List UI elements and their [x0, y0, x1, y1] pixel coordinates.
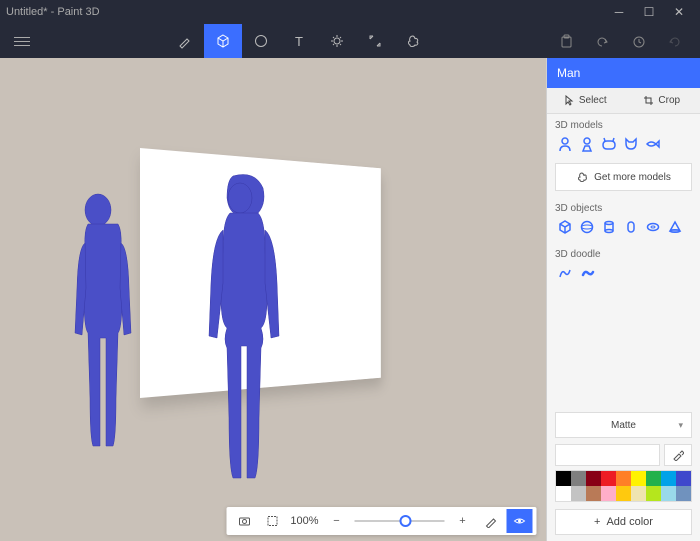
eyedropper-button[interactable]: [664, 444, 692, 466]
color-swatch[interactable]: [646, 486, 661, 501]
current-color-swatch[interactable]: [555, 444, 660, 466]
color-swatch[interactable]: [661, 471, 676, 486]
color-swatch[interactable]: [571, 486, 586, 501]
add-color-button[interactable]: + Add color: [555, 509, 692, 535]
undo-button[interactable]: [584, 24, 620, 58]
torus-icon[interactable]: [643, 217, 663, 237]
color-swatch[interactable]: [556, 471, 571, 486]
svg-text:T: T: [295, 34, 303, 49]
3d-model-man-1[interactable]: [60, 188, 150, 468]
color-swatch[interactable]: [631, 486, 646, 501]
color-swatch[interactable]: [676, 471, 691, 486]
effects-tool[interactable]: [318, 24, 356, 58]
objects-section-title: 3D objects: [555, 203, 692, 214]
zoom-bar: 100% − +: [227, 507, 537, 535]
color-palette: [555, 470, 692, 502]
color-swatch[interactable]: [601, 471, 616, 486]
history-button[interactable]: [620, 24, 656, 58]
color-swatch[interactable]: [586, 471, 601, 486]
3d-view-button[interactable]: [507, 509, 533, 533]
cylinder-icon[interactable]: [599, 217, 619, 237]
close-button[interactable]: ✕: [664, 0, 694, 24]
maximize-button[interactable]: ☐: [634, 0, 664, 24]
color-swatch[interactable]: [616, 471, 631, 486]
magic-select-tool[interactable]: [394, 24, 432, 58]
models-section-title: 3D models: [555, 120, 692, 131]
sidebar-header: Man: [547, 58, 700, 88]
color-swatch[interactable]: [631, 471, 646, 486]
3d-shapes-tool[interactable]: [204, 24, 242, 58]
plus-icon: +: [594, 516, 600, 528]
model-dog-icon[interactable]: [599, 134, 619, 154]
color-swatch[interactable]: [661, 486, 676, 501]
brushes-tool[interactable]: [166, 24, 204, 58]
color-swatch[interactable]: [556, 486, 571, 501]
redo-button[interactable]: [656, 24, 692, 58]
select-tab[interactable]: Select: [547, 88, 624, 113]
doodle-section-title: 3D doodle: [555, 249, 692, 260]
titlebar: Untitled* - Paint 3D ─ ☐ ✕: [0, 0, 700, 24]
3d-model-woman[interactable]: [185, 168, 305, 498]
edit-mode-icon[interactable]: [477, 509, 505, 533]
zoom-slider[interactable]: [355, 520, 445, 522]
doodle-soft-icon[interactable]: [577, 263, 597, 283]
main-toolbar: T: [0, 24, 700, 58]
menu-button[interactable]: [8, 31, 36, 51]
color-swatch[interactable]: [676, 486, 691, 501]
color-swatch[interactable]: [616, 486, 631, 501]
camera-icon[interactable]: [231, 509, 259, 533]
color-swatch[interactable]: [571, 471, 586, 486]
canvas[interactable]: 100% − +: [0, 58, 546, 541]
model-man-icon[interactable]: [555, 134, 575, 154]
get-more-models-button[interactable]: Get more models: [555, 163, 692, 191]
color-swatch[interactable]: [586, 486, 601, 501]
zoom-out-button[interactable]: −: [323, 509, 351, 533]
color-swatch[interactable]: [601, 486, 616, 501]
model-cat-icon[interactable]: [621, 134, 641, 154]
zoom-in-button[interactable]: +: [449, 509, 477, 533]
model-fish-icon[interactable]: [643, 134, 663, 154]
model-woman-icon[interactable]: [577, 134, 597, 154]
stickers-tool[interactable]: [242, 24, 280, 58]
chevron-down-icon: ▾: [678, 420, 683, 431]
text-tool[interactable]: T: [280, 24, 318, 58]
cone-icon[interactable]: [665, 217, 685, 237]
paste-button[interactable]: [548, 24, 584, 58]
zoom-value[interactable]: 100%: [287, 515, 323, 527]
window-title: Untitled* - Paint 3D: [6, 6, 604, 18]
doodle-sharp-icon[interactable]: [555, 263, 575, 283]
remix-icon: [576, 171, 588, 183]
cube-icon[interactable]: [555, 217, 575, 237]
crop-tab[interactable]: Crop: [624, 88, 700, 113]
color-swatch[interactable]: [646, 471, 661, 486]
sphere-icon[interactable]: [577, 217, 597, 237]
fit-icon[interactable]: [259, 509, 287, 533]
minimize-button[interactable]: ─: [604, 0, 634, 24]
capsule-icon[interactable]: [621, 217, 641, 237]
sidebar: Man Select Crop 3D models Get more model…: [546, 58, 700, 541]
canvas-tool[interactable]: [356, 24, 394, 58]
finish-select[interactable]: Matte ▾: [555, 412, 692, 438]
